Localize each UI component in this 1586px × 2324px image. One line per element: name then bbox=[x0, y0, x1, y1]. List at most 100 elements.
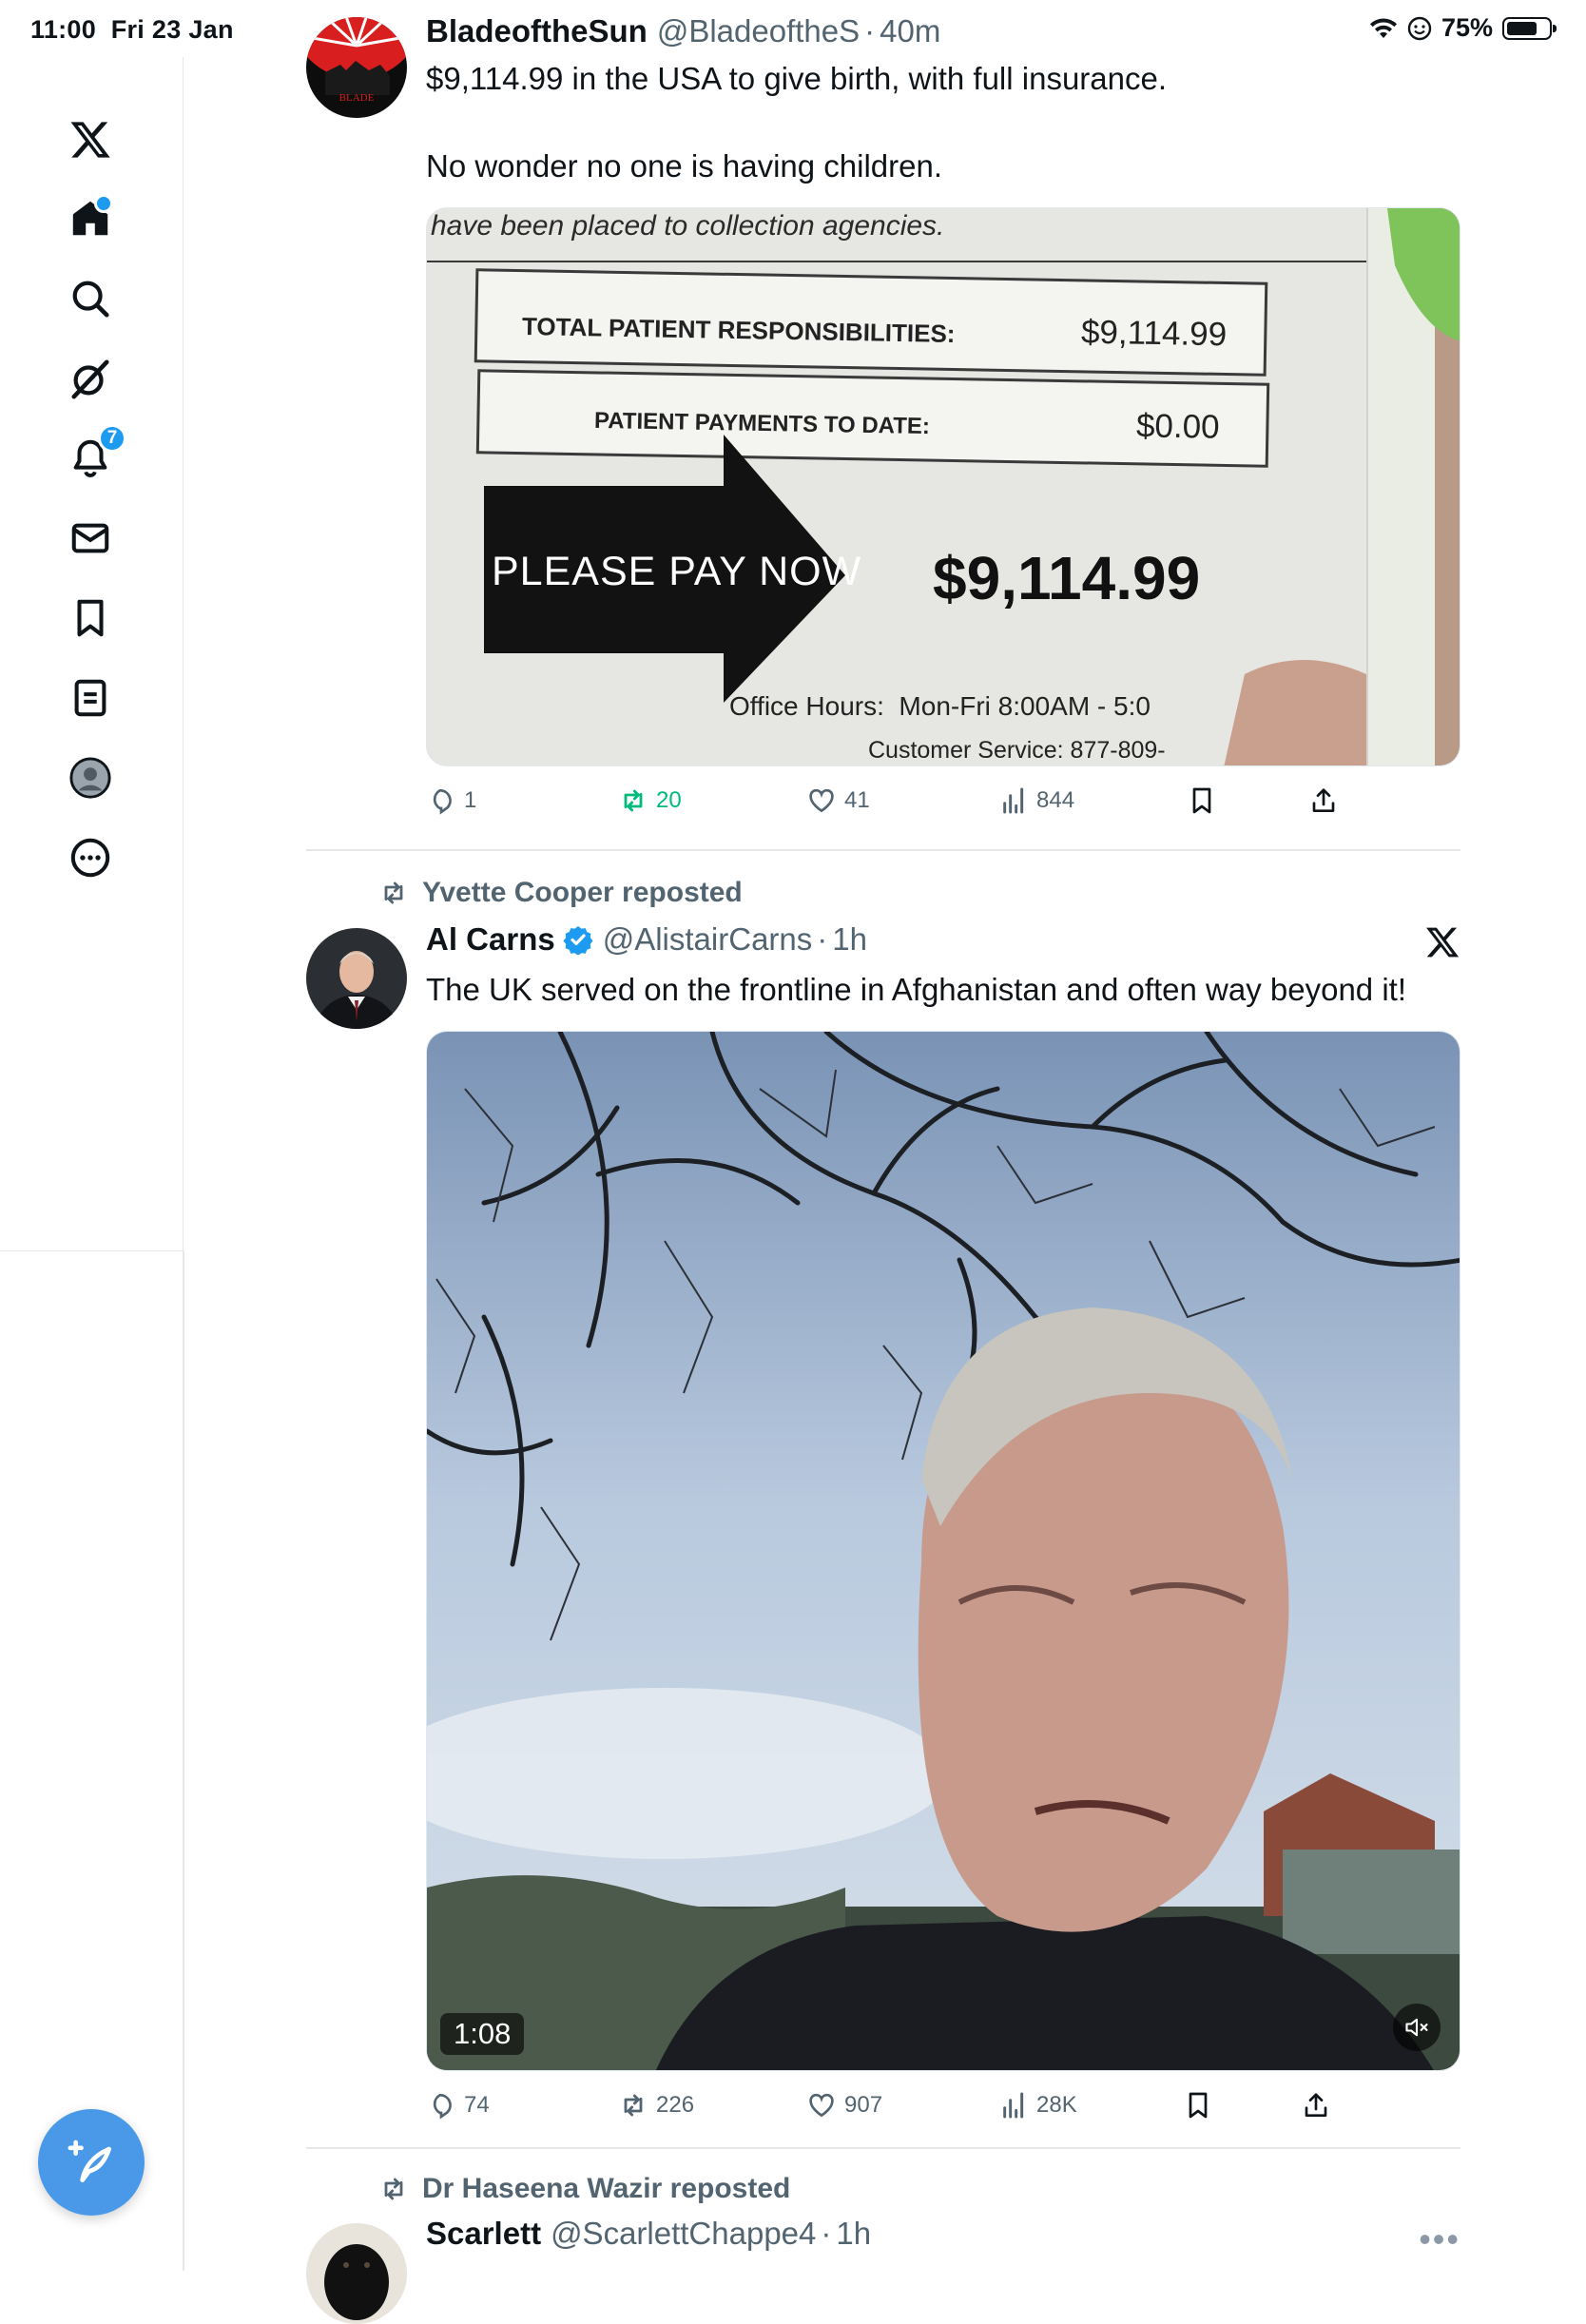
compose-post-icon bbox=[68, 2140, 111, 2182]
avatar[interactable] bbox=[306, 2223, 407, 2324]
repost-count: 226 bbox=[656, 2092, 695, 2118]
avatar[interactable] bbox=[306, 928, 407, 1029]
sidebar-item-lists[interactable] bbox=[60, 668, 121, 728]
verified-badge-icon bbox=[563, 926, 593, 955]
bill-arrow-text: PLEASE PAY NOW bbox=[492, 549, 862, 594]
reply-icon bbox=[433, 2094, 452, 2120]
tweet-image[interactable]: have been placed to collection agencies.… bbox=[426, 207, 1460, 766]
repost-icon bbox=[384, 2178, 403, 2200]
tweet-actions: 1 20 41 844 bbox=[426, 785, 1460, 823]
display-name[interactable]: Al Carns bbox=[426, 921, 555, 958]
tweet-video[interactable]: 1:08 bbox=[426, 1031, 1460, 2071]
user-handle[interactable]: @AlistairCarns bbox=[603, 921, 813, 958]
tweet-actions: 74 226 907 28K bbox=[426, 2090, 1460, 2128]
like-button[interactable]: 907 bbox=[806, 2090, 882, 2121]
home-indicator-dot bbox=[94, 194, 113, 213]
video-duration: 1:08 bbox=[440, 2013, 525, 2055]
battery-percent: 75% bbox=[1441, 13, 1493, 42]
bill-office-hours: Office Hours: Mon-Fri 8:00AM - 5:0 bbox=[729, 691, 1151, 721]
reply-button[interactable]: 74 bbox=[426, 2090, 490, 2121]
bookmark-button[interactable] bbox=[1183, 2090, 1213, 2121]
bill-amount-due: $9,114.99 bbox=[933, 544, 1201, 612]
views-button[interactable]: 844 bbox=[998, 785, 1074, 816]
sidebar-item-more[interactable] bbox=[60, 827, 121, 888]
dot-separator: · bbox=[864, 13, 876, 48]
avatar[interactable]: BLADE bbox=[306, 17, 407, 118]
heart-icon bbox=[809, 788, 834, 813]
battery-level bbox=[1507, 21, 1537, 35]
search-icon bbox=[72, 281, 109, 318]
repost-icon bbox=[624, 789, 643, 812]
sidebar-item-bookmarks[interactable] bbox=[60, 588, 121, 649]
tweet-text: The UK served on the frontline in Afghan… bbox=[426, 972, 1406, 1007]
reply-count: 1 bbox=[464, 787, 477, 813]
repost-context[interactable]: Dr Haseena Wazir reposted bbox=[378, 2173, 790, 2205]
profile-icon bbox=[69, 757, 111, 799]
like-button[interactable]: 41 bbox=[806, 785, 870, 816]
view-count: 28K bbox=[1036, 2092, 1077, 2118]
dot-separator: · bbox=[817, 921, 828, 957]
mail-icon bbox=[71, 523, 109, 553]
bookmark-icon bbox=[1192, 787, 1211, 814]
view-count: 844 bbox=[1036, 787, 1075, 813]
bill-header-text: have been placed to collection agencies. bbox=[431, 210, 945, 242]
dot-separator: · bbox=[821, 2216, 832, 2251]
status-time: 11:00 Fri 23 Jan bbox=[30, 15, 234, 44]
display-name[interactable]: BladeoftheSun bbox=[426, 13, 648, 49]
like-count: 907 bbox=[844, 2092, 883, 2118]
reply-icon bbox=[433, 789, 452, 815]
repost-count: 20 bbox=[656, 787, 682, 813]
tweet-divider bbox=[306, 2147, 1460, 2149]
repost-button[interactable]: 20 bbox=[618, 785, 682, 816]
views-icon bbox=[1003, 2092, 1024, 2119]
reposted-by: Dr Haseena Wazir reposted bbox=[422, 2173, 791, 2204]
status-indicators: 75% bbox=[1369, 13, 1557, 43]
wifi-icon bbox=[1369, 17, 1397, 38]
grok-icon bbox=[71, 359, 109, 399]
bookmark-icon bbox=[1189, 2092, 1208, 2119]
tweet-age[interactable]: 1h bbox=[832, 921, 867, 958]
svg-text:BLADE: BLADE bbox=[339, 92, 375, 104]
notifications-badge: 7 bbox=[98, 424, 126, 453]
tweet-age[interactable]: 1h bbox=[836, 2216, 871, 2252]
bookmark-button[interactable] bbox=[1187, 785, 1217, 816]
repost-icon bbox=[624, 2094, 643, 2117]
more-options-icon[interactable]: ••• bbox=[1419, 2219, 1460, 2259]
sidebar-nav: 7 bbox=[0, 57, 184, 1251]
repost-context[interactable]: Yvette Cooper reposted bbox=[378, 877, 743, 909]
sidebar-item-home[interactable] bbox=[60, 188, 121, 249]
x-logo-icon bbox=[1426, 927, 1460, 958]
sidebar-item-notifications[interactable]: 7 bbox=[60, 424, 126, 489]
tweet-age[interactable]: 40m bbox=[880, 13, 940, 49]
sidebar-item-messages[interactable] bbox=[60, 508, 121, 569]
bill-row1-value: $9,114.99 bbox=[1080, 313, 1228, 354]
battery-icon bbox=[1502, 16, 1557, 40]
views-button[interactable]: 28K bbox=[998, 2090, 1077, 2121]
compose-button[interactable] bbox=[38, 2109, 145, 2216]
user-handle[interactable]: @ScarlettChappe4 bbox=[551, 2216, 816, 2252]
sidebar-divider bbox=[183, 1250, 184, 2271]
share-button[interactable] bbox=[1301, 2090, 1331, 2121]
reply-count: 74 bbox=[464, 2092, 490, 2118]
repost-button[interactable]: 226 bbox=[618, 2090, 694, 2121]
sidebar-item-explore[interactable] bbox=[60, 268, 121, 329]
bill-row2-value: $0.00 bbox=[1135, 407, 1220, 446]
tweet-text: $9,114.99 in the USA to give birth, with… bbox=[426, 61, 1168, 184]
views-icon bbox=[1003, 787, 1024, 814]
heart-icon bbox=[809, 2093, 834, 2118]
tweet-divider bbox=[306, 849, 1460, 851]
sidebar-item-profile[interactable] bbox=[60, 747, 121, 808]
x-logo-icon[interactable] bbox=[60, 109, 121, 170]
repost-icon bbox=[384, 881, 403, 904]
focus-face-icon bbox=[1407, 16, 1432, 40]
mute-button[interactable] bbox=[1393, 2004, 1441, 2051]
share-button[interactable] bbox=[1308, 785, 1339, 816]
sidebar-item-grok[interactable] bbox=[60, 348, 121, 409]
bill-customer-service: Customer Service: 877-809- bbox=[868, 737, 1166, 764]
share-icon bbox=[1312, 788, 1335, 812]
user-handle[interactable]: @BladeoftheS bbox=[657, 13, 860, 49]
share-icon bbox=[1305, 2093, 1327, 2117]
speaker-muted-icon bbox=[1405, 2018, 1428, 2037]
display-name[interactable]: Scarlett bbox=[426, 2216, 541, 2252]
reply-button[interactable]: 1 bbox=[426, 785, 476, 816]
